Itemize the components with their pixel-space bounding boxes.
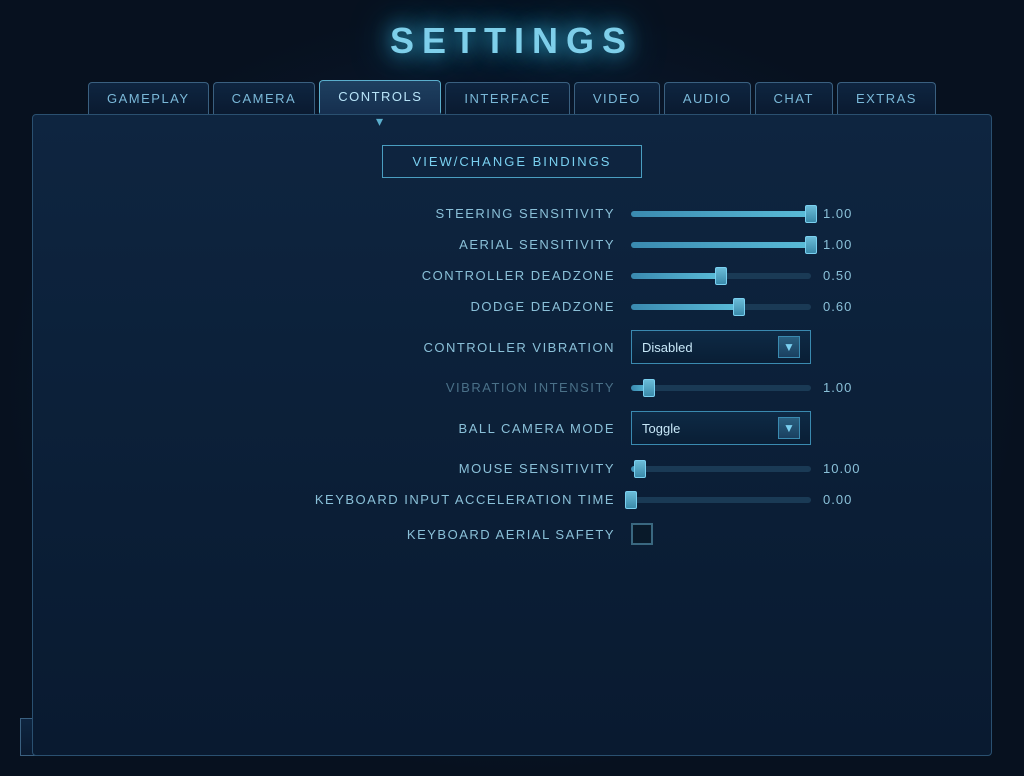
setting-control-keyboard-input-acceleration: 0.00 [631, 492, 951, 507]
slider-thumb-dodge-deadzone[interactable] [733, 298, 745, 316]
slider-value-dodge-deadzone: 0.60 [823, 299, 868, 314]
setting-control-controller-deadzone: 0.50 [631, 268, 951, 283]
slider-thumb-controller-deadzone[interactable] [715, 267, 727, 285]
setting-label-aerial-sensitivity: AERIAL SENSITIVITY [295, 237, 615, 252]
tabs-bar: GAMEPLAYCAMERACONTROLSINTERFACEVIDEOAUDI… [88, 80, 936, 114]
dropdown-controller-vibration[interactable]: Disabled ▼ [631, 330, 811, 364]
slider-track-mouse-sensitivity[interactable] [631, 466, 811, 472]
dropdown-arrow-controller-vibration[interactable]: ▼ [778, 336, 800, 358]
dropdown-ball-camera-mode[interactable]: Toggle ▼ [631, 411, 811, 445]
slider-value-keyboard-input-acceleration: 0.00 [823, 492, 868, 507]
setting-row-controller-deadzone: CONTROLLER DEADZONE 0.50 [73, 268, 951, 283]
checkbox-keyboard-aerial-safety[interactable] [631, 523, 653, 545]
tab-chat[interactable]: CHAT [755, 82, 833, 114]
slider-thumb-mouse-sensitivity[interactable] [634, 460, 646, 478]
tab-extras[interactable]: EXTRAS [837, 82, 936, 114]
setting-label-controller-deadzone: CONTROLLER DEADZONE [295, 268, 615, 283]
slider-fill-aerial-sensitivity [631, 242, 811, 248]
setting-control-vibration-intensity: 1.00 [631, 380, 951, 395]
dropdown-value-controller-vibration: Disabled [642, 340, 693, 355]
slider-track-dodge-deadzone[interactable] [631, 304, 811, 310]
tab-controls[interactable]: CONTROLS [319, 80, 441, 114]
setting-label-vibration-intensity: VIBRATION INTENSITY [295, 380, 615, 395]
page: SETTINGS GAMEPLAYCAMERACONTROLSINTERFACE… [0, 0, 1024, 776]
tab-gameplay[interactable]: GAMEPLAY [88, 82, 209, 114]
slider-track-aerial-sensitivity[interactable] [631, 242, 811, 248]
setting-row-mouse-sensitivity: MOUSE SENSITIVITY 10.00 [73, 461, 951, 476]
setting-row-steering-sensitivity: STEERING SENSITIVITY 1.00 [73, 206, 951, 221]
main-panel: VIEW/CHANGE BINDINGS STEERING SENSITIVIT… [32, 114, 992, 756]
slider-thumb-vibration-intensity[interactable] [643, 379, 655, 397]
slider-track-vibration-intensity[interactable] [631, 385, 811, 391]
tab-audio[interactable]: AUDIO [664, 82, 751, 114]
setting-label-keyboard-input-acceleration: KEYBOARD INPUT ACCELERATION TIME [295, 492, 615, 507]
setting-row-keyboard-aerial-safety: KEYBOARD AERIAL SAFETY [73, 523, 951, 545]
setting-row-aerial-sensitivity: AERIAL SENSITIVITY 1.00 [73, 237, 951, 252]
setting-control-controller-vibration: Disabled ▼ [631, 330, 951, 364]
setting-label-steering-sensitivity: STEERING SENSITIVITY [295, 206, 615, 221]
setting-label-keyboard-aerial-safety: KEYBOARD AERIAL SAFETY [295, 527, 615, 542]
dropdown-arrow-ball-camera-mode[interactable]: ▼ [778, 417, 800, 439]
setting-row-ball-camera-mode: BALL CAMERA MODE Toggle ▼ [73, 411, 951, 445]
slider-fill-controller-deadzone [631, 273, 721, 279]
slider-value-vibration-intensity: 1.00 [823, 380, 868, 395]
setting-row-dodge-deadzone: DODGE DEADZONE 0.60 [73, 299, 951, 314]
setting-control-ball-camera-mode: Toggle ▼ [631, 411, 951, 445]
slider-track-keyboard-input-acceleration[interactable] [631, 497, 811, 503]
slider-thumb-aerial-sensitivity[interactable] [805, 236, 817, 254]
slider-thumb-keyboard-input-acceleration[interactable] [625, 491, 637, 509]
slider-value-aerial-sensitivity: 1.00 [823, 237, 868, 252]
dropdown-value-ball-camera-mode: Toggle [642, 421, 680, 436]
slider-fill-steering-sensitivity [631, 211, 811, 217]
setting-label-ball-camera-mode: BALL CAMERA MODE [295, 421, 615, 436]
slider-value-controller-deadzone: 0.50 [823, 268, 868, 283]
setting-row-keyboard-input-acceleration: KEYBOARD INPUT ACCELERATION TIME 0.00 [73, 492, 951, 507]
slider-thumb-steering-sensitivity[interactable] [805, 205, 817, 223]
setting-row-vibration-intensity: VIBRATION INTENSITY 1.00 [73, 380, 951, 395]
setting-control-mouse-sensitivity: 10.00 [631, 461, 951, 476]
slider-fill-dodge-deadzone [631, 304, 739, 310]
slider-value-steering-sensitivity: 1.00 [823, 206, 868, 221]
tab-interface[interactable]: INTERFACE [445, 82, 569, 114]
setting-label-mouse-sensitivity: MOUSE SENSITIVITY [295, 461, 615, 476]
slider-track-controller-deadzone[interactable] [631, 273, 811, 279]
setting-row-controller-vibration: CONTROLLER VIBRATION Disabled ▼ [73, 330, 951, 364]
setting-control-steering-sensitivity: 1.00 [631, 206, 951, 221]
view-change-bindings-button[interactable]: VIEW/CHANGE BINDINGS [382, 145, 643, 178]
setting-control-keyboard-aerial-safety [631, 523, 951, 545]
tab-camera[interactable]: CAMERA [213, 82, 316, 114]
setting-label-controller-vibration: CONTROLLER VIBRATION [295, 340, 615, 355]
slider-value-mouse-sensitivity: 10.00 [823, 461, 868, 476]
setting-control-aerial-sensitivity: 1.00 [631, 237, 951, 252]
slider-track-steering-sensitivity[interactable] [631, 211, 811, 217]
tab-video[interactable]: VIDEO [574, 82, 660, 114]
settings-list: STEERING SENSITIVITY1.00AERIAL SENSITIVI… [73, 206, 951, 545]
setting-label-dodge-deadzone: DODGE DEADZONE [295, 299, 615, 314]
setting-control-dodge-deadzone: 0.60 [631, 299, 951, 314]
page-title: SETTINGS [390, 20, 634, 62]
